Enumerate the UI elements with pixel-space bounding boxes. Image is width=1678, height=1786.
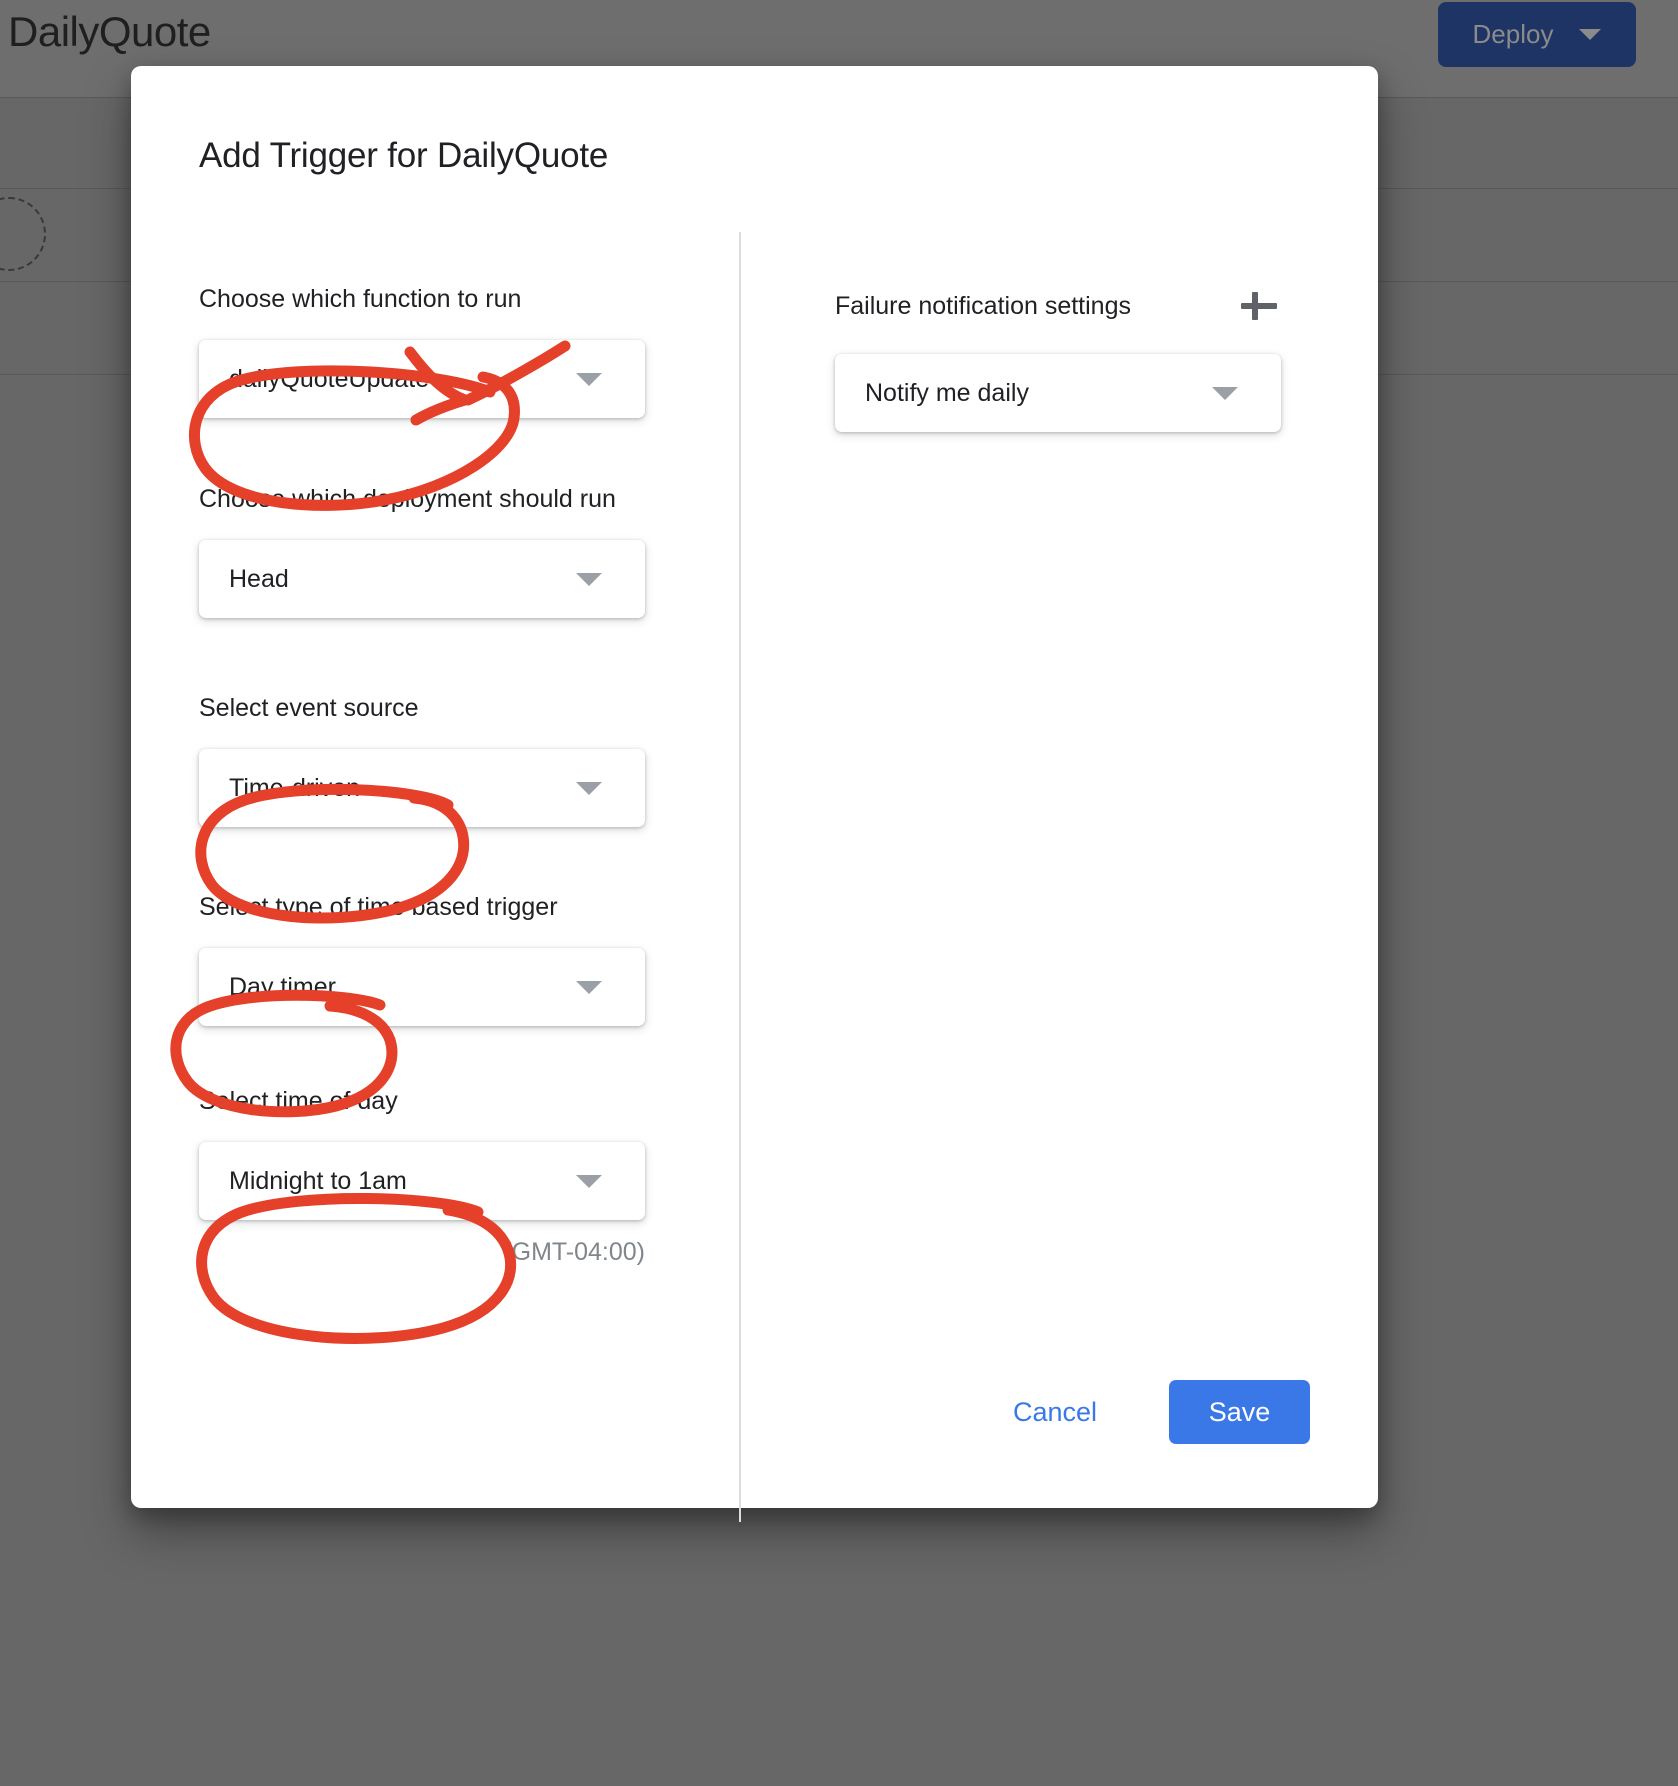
- notification-frequency-select[interactable]: Notify me daily: [835, 354, 1281, 432]
- deployment-select[interactable]: Head: [199, 540, 645, 618]
- chevron-down-icon: [1212, 386, 1238, 400]
- add-trigger-dialog: Add Trigger for DailyQuote Choose which …: [131, 66, 1378, 1522]
- save-button[interactable]: Save: [1169, 1380, 1310, 1444]
- chevron-down-icon: [576, 372, 602, 386]
- notification-frequency-select-value: Notify me daily: [865, 378, 1029, 407]
- time-trigger-type-select[interactable]: Day timer: [199, 948, 645, 1026]
- event-source-select[interactable]: Time-driven: [199, 749, 645, 827]
- time-trigger-type-select-value: Day timer: [229, 972, 336, 1001]
- chevron-down-icon: [576, 1174, 602, 1188]
- function-select[interactable]: dailyQuoteUpdate: [199, 340, 645, 418]
- chevron-down-icon: [576, 781, 602, 795]
- column-divider: [739, 232, 741, 1522]
- label-time-of-day: Select time of day: [199, 1087, 398, 1115]
- deploy-button-label: Deploy: [1472, 19, 1554, 49]
- chevron-down-icon: [1579, 29, 1602, 40]
- event-source-select-value: Time-driven: [229, 773, 361, 802]
- label-deployment-to-run: Choose which deployment should run: [199, 485, 616, 513]
- time-of-day-select[interactable]: Midnight to 1am: [199, 1142, 645, 1220]
- deploy-button[interactable]: Deploy: [1438, 2, 1636, 67]
- cancel-button[interactable]: Cancel: [1009, 1389, 1101, 1436]
- app-title: DailyQuote: [8, 8, 211, 55]
- label-function-to-run: Choose which function to run: [199, 285, 522, 313]
- label-time-based-trigger-type: Select type of time based trigger: [199, 893, 558, 921]
- plus-icon[interactable]: [1237, 284, 1281, 328]
- dialog-footer: Cancel Save: [1009, 1380, 1310, 1444]
- chevron-down-icon: [576, 572, 602, 586]
- deployment-select-value: Head: [229, 564, 289, 593]
- chevron-down-icon: [576, 980, 602, 994]
- dialog-title: Add Trigger for DailyQuote: [199, 136, 609, 175]
- label-failure-notification-settings: Failure notification settings: [835, 292, 1131, 320]
- timezone-note: (GMT-04:00): [503, 1238, 645, 1266]
- time-of-day-select-value: Midnight to 1am: [229, 1166, 407, 1195]
- trigger-settings-column: Choose which function to run dailyQuoteU…: [199, 284, 659, 1267]
- function-select-value: dailyQuoteUpdate: [229, 364, 430, 393]
- failure-notification-header: Failure notification settings: [835, 284, 1281, 328]
- label-event-source: Select event source: [199, 694, 419, 722]
- failure-notification-column: Failure notification settings Notify me …: [835, 284, 1315, 432]
- background-dashed-circle: [0, 197, 46, 271]
